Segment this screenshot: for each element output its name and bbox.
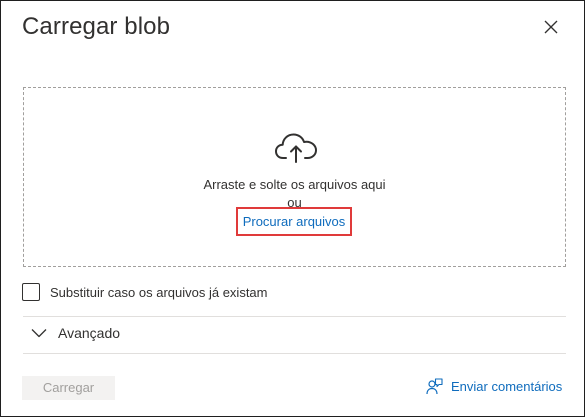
upload-button[interactable]: Carregar — [22, 376, 115, 400]
panel-title: Carregar blob — [22, 13, 171, 40]
advanced-section-toggle[interactable]: Avançado — [31, 325, 120, 341]
divider — [23, 353, 566, 354]
close-icon — [544, 20, 558, 34]
overwrite-option[interactable]: Substituir caso os arquivos já existam — [22, 283, 267, 301]
feedback-label: Enviar comentários — [451, 379, 563, 394]
overwrite-checkbox[interactable] — [22, 283, 40, 301]
drop-instructions: Arraste e solte os arquivos aqui — [203, 177, 386, 192]
advanced-label: Avançado — [58, 325, 121, 341]
chevron-down-icon — [31, 329, 47, 338]
cloud-upload-icon — [275, 133, 317, 163]
close-button[interactable] — [540, 16, 562, 38]
overwrite-label: Substituir caso os arquivos já existam — [50, 284, 268, 300]
browse-files-link[interactable]: Procurar arquivos — [236, 207, 352, 236]
send-feedback-link[interactable]: Enviar comentários — [426, 378, 562, 395]
feedback-icon — [426, 378, 443, 395]
file-drop-zone[interactable]: Arraste e solte os arquivos aqui ou Proc… — [23, 87, 566, 267]
upload-blob-panel: Carregar blob Arraste e solte os arquivo… — [0, 0, 585, 417]
divider — [23, 316, 566, 317]
